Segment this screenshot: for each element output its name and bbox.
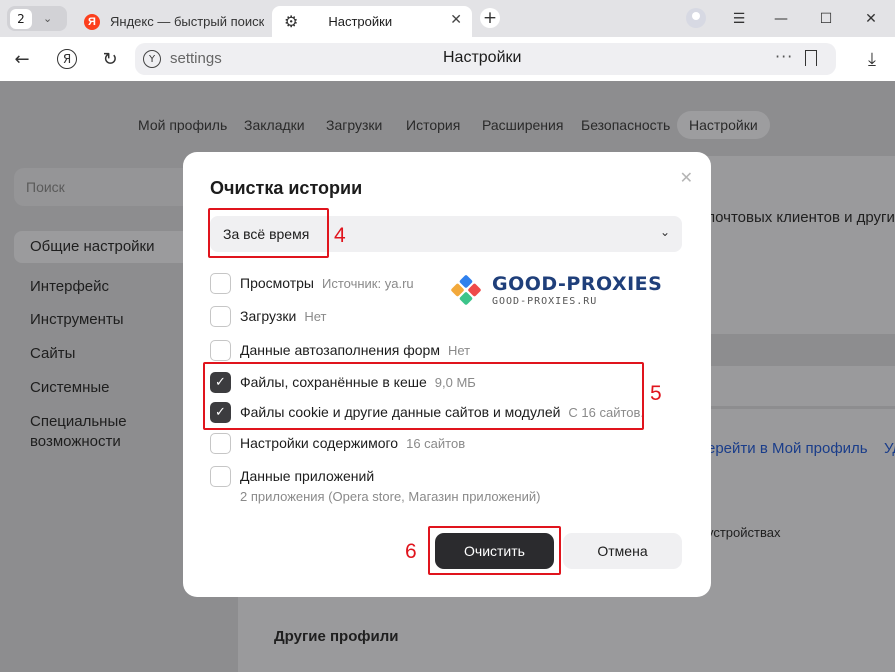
delete-link[interactable]: Уд xyxy=(884,440,895,457)
watermark-title: GOOD-PROXIES xyxy=(492,273,663,295)
yandex-button-icon[interactable]: Я xyxy=(57,49,77,69)
omnibox[interactable]: Y settings Настройки ··· xyxy=(135,43,836,75)
option-label: Загрузки xyxy=(240,308,297,324)
checkbox[interactable] xyxy=(210,432,231,454)
address-bar: ← Я ↻ Y settings Настройки ··· ⤓ xyxy=(0,37,895,81)
tab-title: Яндекс — быстрый поиск xyxy=(110,14,265,29)
app-data-subtext: 2 приложения (Opera store, Магазин прило… xyxy=(240,489,541,504)
minimize-button[interactable]: — xyxy=(770,8,792,30)
annotation-number: 4 xyxy=(334,224,346,247)
page-title: Настройки xyxy=(443,49,522,66)
close-window-button[interactable]: ✕ xyxy=(860,8,882,30)
option-label: Просмотры xyxy=(240,275,314,291)
tab-title: Настройки xyxy=(328,14,393,29)
nav-my-profile[interactable]: Мой профиль xyxy=(138,117,227,133)
profile-avatar-icon[interactable] xyxy=(686,8,706,28)
checkbox[interactable] xyxy=(210,305,231,327)
more-options-icon[interactable]: ··· xyxy=(775,47,793,66)
chevron-down-icon: ⌄ xyxy=(659,225,670,239)
url-text: settings xyxy=(170,50,222,67)
checkbox[interactable] xyxy=(210,272,231,294)
option-browsing-history[interactable]: Просмотры Источник: ya.ru xyxy=(210,272,414,294)
option-downloads[interactable]: Загрузки Нет xyxy=(210,305,326,327)
watermark-logo-icon xyxy=(451,275,481,305)
option-autofill[interactable]: Данные автозаполнения форм Нет xyxy=(210,339,470,361)
good-proxies-watermark: GOOD-PROXIES GOOD-PROXIES.RU xyxy=(446,270,666,310)
close-icon[interactable]: ✕ xyxy=(680,168,693,188)
annotation-box-clear xyxy=(428,526,561,575)
nav-downloads[interactable]: Загрузки xyxy=(326,117,382,133)
my-profile-link[interactable]: ерейти в Мой профиль xyxy=(707,440,868,457)
option-meta: Источник: ya.ru xyxy=(322,275,414,291)
yandex-browser-icon: Y xyxy=(143,50,161,68)
maximize-button[interactable]: ☐ xyxy=(815,8,837,30)
cancel-button[interactable]: Отмена xyxy=(563,533,682,569)
nav-bookmarks[interactable]: Закладки xyxy=(244,117,305,133)
option-meta: 16 сайтов xyxy=(406,435,466,451)
menu-icon[interactable]: ☰ xyxy=(728,8,750,30)
back-arrow-icon[interactable]: ← xyxy=(10,47,34,71)
tab-count: 2 xyxy=(10,8,32,29)
background-text: почтовых клиентов и други xyxy=(707,209,895,226)
option-content-settings[interactable]: Настройки содержимого 16 сайтов xyxy=(210,432,465,454)
nav-history[interactable]: История xyxy=(406,117,460,133)
checkbox[interactable] xyxy=(210,465,231,487)
tab-settings[interactable]: ⚙ Настройки ✕ xyxy=(272,6,472,37)
other-profiles-heading: Другие профили xyxy=(274,628,399,645)
new-tab-button[interactable]: + xyxy=(480,8,500,28)
nav-security[interactable]: Безопасность xyxy=(581,117,670,133)
tab-yandex[interactable]: Я Яндекс — быстрый поиск xyxy=(78,6,272,37)
yandex-favicon-icon: Я xyxy=(84,13,100,30)
dialog-title: Очистка истории xyxy=(210,178,363,198)
gear-icon: ⚙ xyxy=(284,13,299,31)
settings-nav: Мой профиль Закладки Загрузки История Ра… xyxy=(0,111,895,139)
option-meta: Нет xyxy=(304,308,327,324)
bookmark-icon[interactable] xyxy=(805,50,817,66)
tab-bar: 2 ⌄ Я Яндекс — быстрый поиск ⚙ Настройки… xyxy=(0,0,895,37)
option-label: Данные автозаполнения форм xyxy=(240,342,440,358)
tab-counter-button[interactable]: 2 ⌄ xyxy=(7,6,67,31)
option-app-data[interactable]: Данные приложений xyxy=(210,465,374,487)
download-icon[interactable]: ⤓ xyxy=(860,47,884,71)
annotation-number: 6 xyxy=(405,540,417,563)
option-label: Настройки содержимого xyxy=(240,435,399,451)
option-meta: Нет xyxy=(447,342,471,358)
checkbox[interactable] xyxy=(210,339,231,361)
option-label: Данные приложений xyxy=(240,468,375,484)
chevron-down-icon: ⌄ xyxy=(43,12,53,25)
annotation-box-options xyxy=(203,362,644,430)
watermark-subtitle: GOOD-PROXIES.RU xyxy=(492,296,598,307)
annotation-box-period xyxy=(208,208,329,258)
background-text: устройствах xyxy=(707,525,781,540)
reload-icon[interactable]: ↻ xyxy=(98,47,122,71)
annotation-number: 5 xyxy=(650,382,662,405)
close-tab-icon[interactable]: ✕ xyxy=(450,11,462,28)
nav-settings[interactable]: Настройки xyxy=(677,111,770,139)
nav-extensions[interactable]: Расширения xyxy=(482,117,563,133)
